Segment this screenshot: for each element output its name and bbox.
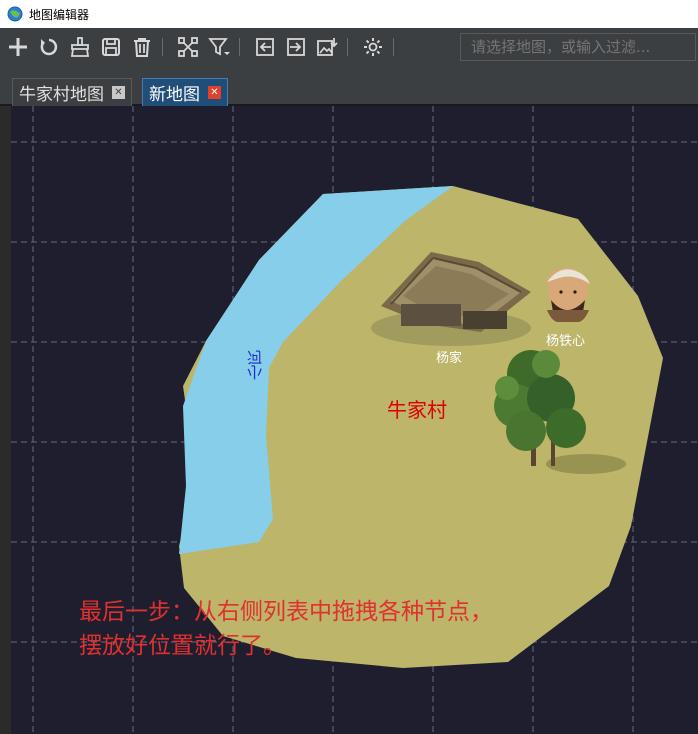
village-label: 牛家村 [387, 398, 447, 422]
house-label: 杨家 [436, 351, 463, 366]
save-button[interactable] [98, 34, 124, 60]
settings-button[interactable] [360, 34, 386, 60]
image-download-icon [317, 38, 338, 56]
toolbar-separator [347, 38, 348, 56]
close-icon[interactable]: ✕ [208, 86, 221, 99]
export-button[interactable] [283, 34, 309, 60]
export-icon [287, 38, 305, 56]
nodes-icon [178, 37, 198, 57]
npc-avatar[interactable] [547, 267, 590, 322]
image-export-button[interactable] [314, 34, 340, 60]
title-bar: 地图编辑器 [0, 0, 698, 28]
tab-label: 牛家村地图 [19, 85, 104, 105]
toolbar [0, 28, 698, 66]
refresh-icon [40, 38, 58, 56]
broom-icon [70, 37, 90, 57]
refresh-button[interactable] [36, 34, 62, 60]
annotation-line-2: 摆放好位置就行了。 [79, 633, 286, 659]
clear-button[interactable] [67, 34, 93, 60]
node-layout-button[interactable] [175, 34, 201, 60]
river-label: 小河 [245, 350, 263, 380]
annotation-line-1: 最后一步：从右侧列表中拖拽各种节点， [79, 599, 493, 625]
tab-label: 新地图 [149, 85, 200, 105]
add-button[interactable] [5, 34, 31, 60]
toolbar-separator [239, 38, 240, 56]
tab-new-map[interactable]: 新地图 ✕ [142, 78, 228, 106]
import-icon [256, 38, 274, 56]
save-icon [102, 38, 120, 56]
tab-niujiacun-map[interactable]: 牛家村地图 ✕ [12, 78, 132, 106]
map-search-input[interactable] [460, 33, 696, 61]
gear-icon [364, 38, 382, 56]
import-button[interactable] [252, 34, 278, 60]
filter-icon [208, 38, 230, 56]
map-canvas[interactable]: 小河 杨家 杨铁心 牛家村 最后一步：从右侧列表中拖拽各种节点， 摆放好位置就行… [11, 106, 698, 734]
npc-label: 杨铁心 [546, 334, 586, 349]
trash-icon [134, 38, 150, 57]
toolbar-separator [393, 38, 394, 56]
filter-button[interactable] [206, 34, 232, 60]
tab-bar: 牛家村地图 ✕ 新地图 ✕ [0, 66, 698, 106]
delete-button[interactable] [129, 34, 155, 60]
plus-icon [9, 38, 27, 56]
window-title: 地图编辑器 [29, 7, 90, 22]
toolbar-separator [162, 38, 163, 56]
close-icon[interactable]: ✕ [112, 86, 125, 99]
globe-icon [7, 6, 23, 22]
